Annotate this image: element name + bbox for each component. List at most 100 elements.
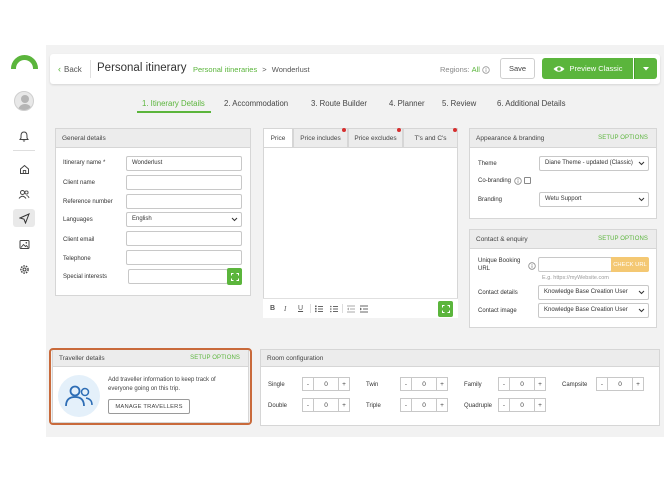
appearance-setup-link[interactable]: SETUP OPTIONS [598,135,648,141]
telephone-label: Telephone [63,256,91,262]
indent-icon[interactable] [360,305,368,313]
info-icon [514,177,522,185]
caret-down-icon [643,66,649,70]
single-increment[interactable]: + [338,378,349,390]
contact-image-value: Knowledge Base Creation User [544,307,628,313]
price-excludes-badge [397,128,401,132]
bullet-list-icon[interactable] [330,305,338,313]
quadruple-value[interactable]: 0 [510,399,534,411]
quadruple-stepper[interactable]: -0 + [498,398,546,412]
family-decrement[interactable]: - [499,378,510,390]
step-review[interactable]: 5. Review [442,99,476,108]
twin-increment[interactable]: + [436,378,447,390]
client-name-label: Client name [63,180,96,186]
family-stepper[interactable]: -0 + [498,377,546,391]
tab-price[interactable]: Price [263,128,293,148]
tab-price-includes[interactable]: Price includes [293,128,348,148]
preview-classic-button[interactable]: Preview Classic [542,58,633,79]
appearance-title: Appearance & branding SETUP OPTIONS [470,129,656,148]
regions-value[interactable]: All [472,65,480,74]
italic-button[interactable]: I [284,305,286,313]
general-details-title: General details [56,129,250,148]
triple-stepper[interactable]: -0 + [400,398,448,412]
theme-label: Theme [478,161,497,167]
outdent-icon[interactable] [347,305,355,313]
step-accommodation[interactable]: 2. Accommodation [224,99,288,108]
contact-details-value: Knowledge Base Creation User [544,289,628,295]
price-includes-badge [342,128,346,132]
twin-label: Twin [366,382,379,388]
step-itinerary-details[interactable]: 1. Itinerary Details [142,99,205,108]
users-icon[interactable] [13,185,35,203]
single-stepper[interactable]: -0 + [302,377,350,391]
languages-select[interactable]: English [126,212,242,227]
contact-image-select[interactable]: Knowledge Base Creation User [538,303,649,318]
gear-icon[interactable] [13,260,35,278]
preview-dropdown-button[interactable] [634,58,657,79]
quadruple-decrement[interactable]: - [499,399,510,411]
underline-button[interactable]: U [298,305,303,312]
breadcrumb-link[interactable]: Personal itineraries [193,65,257,74]
reference-number-input[interactable] [126,194,242,209]
back-button[interactable]: ‹ Back [58,64,82,74]
chevron-down-icon [638,308,645,313]
contact-details-select[interactable]: Knowledge Base Creation User [538,285,649,300]
ordered-list-icon[interactable] [315,305,323,313]
campsite-stepper[interactable]: -0 + [596,377,644,391]
family-increment[interactable]: + [534,378,545,390]
double-stepper[interactable]: -0 + [302,398,350,412]
single-label: Single [268,382,285,388]
toolbar-divider-2 [342,304,343,313]
campsite-increment[interactable]: + [632,378,643,390]
cobranding-checkbox[interactable] [524,177,531,184]
image-icon[interactable] [13,235,35,253]
contact-image-label: Contact image [478,308,517,314]
booking-url-input[interactable] [538,257,612,272]
double-label: Double [268,403,288,409]
price-editor-area[interactable] [263,147,458,318]
check-url-button[interactable]: CHECK URL [611,257,649,272]
home-icon[interactable] [13,160,35,178]
step-route-builder[interactable]: 3. Route Builder [311,99,367,108]
triple-increment[interactable]: + [436,399,447,411]
campsite-value[interactable]: 0 [608,378,632,390]
tab-terms[interactable]: T's and C's [403,128,458,148]
campsite-decrement[interactable]: - [597,378,608,390]
special-interests-input[interactable] [128,269,228,284]
client-name-input[interactable] [126,175,242,190]
theme-select[interactable]: Diane Theme - updated (Classic) [539,156,649,171]
send-icon[interactable] [13,209,35,227]
special-interests-expand-button[interactable] [227,268,242,285]
itinerary-name-input[interactable]: Wonderlust [126,156,242,171]
step-additional-details[interactable]: 6. Additional Details [497,99,565,108]
quadruple-increment[interactable]: + [534,399,545,411]
telephone-input[interactable] [126,250,242,265]
contact-setup-link[interactable]: SETUP OPTIONS [598,236,648,242]
save-button[interactable]: Save [500,58,535,79]
double-value[interactable]: 0 [314,399,338,411]
travellers-icon [65,385,93,407]
bell-icon[interactable] [13,127,35,145]
twin-value[interactable]: 0 [412,378,436,390]
twin-stepper[interactable]: -0 + [400,377,448,391]
manage-travellers-button[interactable]: MANAGE TRAVELLERS [108,399,190,414]
regions-filter[interactable]: Regions: All [440,65,490,74]
triple-value[interactable]: 0 [412,399,436,411]
triple-decrement[interactable]: - [401,399,412,411]
user-avatar[interactable] [14,91,34,111]
single-decrement[interactable]: - [303,378,314,390]
client-email-input[interactable] [126,231,242,246]
double-decrement[interactable]: - [303,399,314,411]
tab-price-excludes[interactable]: Price excludes [348,128,403,148]
family-value[interactable]: 0 [510,378,534,390]
step-planner[interactable]: 4. Planner [389,99,425,108]
rail-divider [13,150,35,151]
double-increment[interactable]: + [338,399,349,411]
twin-decrement[interactable]: - [401,378,412,390]
single-value[interactable]: 0 [314,378,338,390]
chevron-down-icon [638,290,645,295]
branding-select[interactable]: Wetu Support [539,192,649,207]
editor-expand-button[interactable] [438,301,453,317]
bold-button[interactable]: B [270,305,275,312]
breadcrumb-current: Wonderlust [271,65,310,74]
